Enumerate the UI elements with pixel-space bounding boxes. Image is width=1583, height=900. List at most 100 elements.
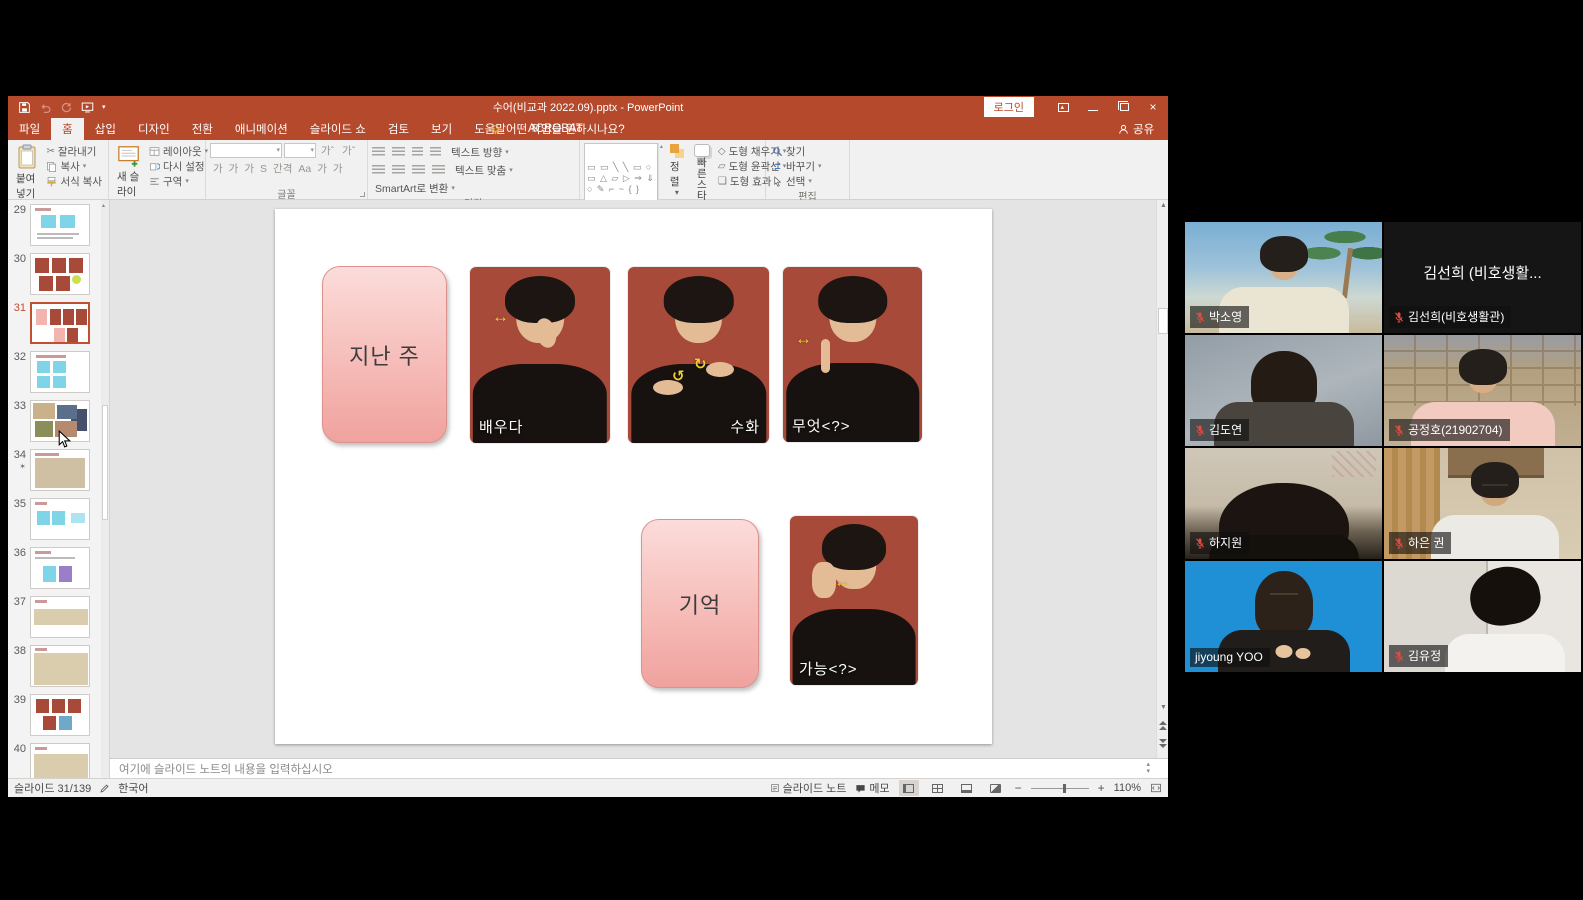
align-center-icon[interactable]: [392, 165, 405, 175]
font-format-button[interactable]: 가: [210, 161, 226, 176]
slide-thumbnail[interactable]: [30, 645, 90, 687]
font-size-combo[interactable]: [284, 143, 316, 158]
sign-photo-possible[interactable]: ← 가능<?>: [790, 516, 918, 685]
font-format-button[interactable]: 간격: [270, 161, 295, 176]
zoom-in-button[interactable]: +: [1098, 781, 1105, 795]
slide-thumbnail[interactable]: [30, 498, 90, 540]
zoom-slider[interactable]: [1031, 788, 1089, 789]
participant-tile[interactable]: 박소영: [1185, 222, 1382, 333]
participant-tile[interactable]: 하지원: [1185, 448, 1382, 559]
zoom-slider-thumb[interactable]: [1063, 784, 1066, 793]
scrollbar-thumb[interactable]: [1158, 308, 1168, 334]
cut-button[interactable]: ✂잘라내기: [44, 144, 104, 158]
shape-row[interactable]: ▭ △ ▱ ▷ ⇒ ⇓: [587, 173, 655, 184]
reading-view-button[interactable]: [957, 780, 977, 796]
ribbon-tab[interactable]: 애니메이션: [224, 118, 299, 140]
fit-to-window-icon[interactable]: [1150, 782, 1162, 794]
font-format-button[interactable]: 가: [241, 161, 257, 176]
align-text-button[interactable]: 텍스트 맞춤▾: [452, 163, 516, 177]
font-name-combo[interactable]: [210, 143, 282, 158]
font-format-button[interactable]: 가: [226, 161, 242, 176]
font-format-button[interactable]: 가: [314, 161, 330, 176]
layout-button[interactable]: 레이아웃▾: [147, 144, 210, 158]
share-button[interactable]: 공유: [1133, 121, 1154, 137]
slide-editing-area[interactable]: 지난 주 ↔ 배우다 ↺ ↻ 수화: [275, 209, 992, 744]
tell-me-search[interactable]: 어떤 작업을 원하시나요?: [480, 121, 635, 137]
notes-pane[interactable]: 여기에 슬라이드 노트의 내용을 입력하십시오 ▴▾: [110, 758, 1168, 778]
ribbon-tab[interactable]: 보기: [420, 118, 463, 140]
justify-icon[interactable]: [432, 165, 445, 175]
paste-button[interactable]: 붙여넣기 ▾: [12, 143, 42, 208]
vertical-scrollbar[interactable]: ▲ ▼: [1156, 200, 1168, 758]
memo-toggle-button[interactable]: 메모: [855, 780, 889, 796]
align-left-icon[interactable]: [372, 165, 385, 175]
participant-tile[interactable]: 하은 권: [1384, 448, 1581, 559]
scroll-up-icon[interactable]: ▲: [1160, 202, 1167, 209]
select-button[interactable]: 선택▾: [770, 174, 824, 188]
text-direction-button[interactable]: 텍스트 방향▾: [448, 145, 512, 159]
zoom-percentage[interactable]: 110%: [1114, 782, 1141, 794]
save-icon[interactable]: [18, 101, 31, 114]
slide-thumbnail[interactable]: [30, 743, 90, 778]
shape-last-week[interactable]: 지난 주: [322, 266, 447, 443]
slide-thumbnail[interactable]: [30, 253, 90, 295]
font-format-button[interactable]: S: [257, 163, 270, 175]
spell-check-icon[interactable]: [99, 783, 110, 794]
shape-row[interactable]: ▭ ▭ ╲ ╲ ▭ ○: [587, 162, 655, 173]
participant-tile[interactable]: 김선희 (비호생활... 김선희(비호생활관): [1384, 222, 1581, 333]
ribbon-tab[interactable]: 디자인: [127, 118, 181, 140]
slide-thumbnail[interactable]: [30, 351, 90, 393]
notes-scroll-arrows[interactable]: ▴▾: [1146, 761, 1150, 775]
section-button[interactable]: 구역▾: [147, 174, 210, 188]
next-slide-button[interactable]: [1159, 738, 1167, 746]
normal-view-button[interactable]: [899, 780, 919, 796]
ribbon-display-options-button[interactable]: [1048, 96, 1078, 118]
minimize-button[interactable]: [1078, 96, 1108, 118]
notes-toggle-button[interactable]: 슬라이드 노트: [770, 780, 847, 796]
slide-thumbnail[interactable]: [30, 694, 90, 736]
redo-icon[interactable]: [60, 101, 73, 114]
ribbon-tab[interactable]: 홈: [51, 118, 84, 140]
bullets-icon[interactable]: [372, 147, 385, 157]
shape-memory[interactable]: 기억: [641, 519, 759, 688]
slide-sorter-view-button[interactable]: [928, 780, 948, 796]
find-button[interactable]: 찾기: [770, 144, 824, 158]
language-indicator[interactable]: 한국어: [118, 780, 148, 796]
slideshow-view-button[interactable]: [986, 780, 1006, 796]
smartart-convert-button[interactable]: SmartArt로 변환▾: [372, 181, 458, 195]
ribbon-tab[interactable]: 슬라이드 쇼: [299, 118, 377, 140]
close-button[interactable]: ×: [1138, 96, 1168, 118]
zoom-out-button[interactable]: −: [1015, 781, 1022, 795]
participant-tile[interactable]: 김도연: [1185, 335, 1382, 446]
thumbnail-scrollbar[interactable]: ▴: [101, 200, 109, 778]
increase-font-icon[interactable]: 가ˆ: [318, 143, 337, 158]
ribbon-tab[interactable]: 삽입: [84, 118, 127, 140]
slide-thumbnail[interactable]: [30, 596, 90, 638]
sign-photo-what[interactable]: ↔ 무엇<?>: [783, 267, 922, 442]
font-format-button[interactable]: 가: [330, 161, 346, 176]
copy-button[interactable]: 복사▾: [44, 159, 104, 173]
participant-tile[interactable]: 김유정: [1384, 561, 1581, 672]
participant-tile[interactable]: 공정호(21902704): [1384, 335, 1581, 446]
slide-thumbnail[interactable]: [30, 204, 90, 246]
decrease-font-icon[interactable]: 가ˇ: [339, 143, 358, 158]
participant-tile[interactable]: jiyoung YOO: [1185, 561, 1382, 672]
font-format-button[interactable]: Aa: [295, 163, 314, 175]
reset-button[interactable]: 다시 설정: [147, 159, 210, 173]
ribbon-tab[interactable]: 파일: [8, 118, 51, 140]
shape-row[interactable]: ○ ✎ ⌐ ~ { }: [587, 184, 655, 195]
slide-thumbnail[interactable]: [30, 547, 90, 589]
scroll-down-icon[interactable]: ▼: [1160, 704, 1167, 711]
format-painter-button[interactable]: 서식 복사: [44, 174, 104, 188]
font-dialog-launcher[interactable]: [360, 192, 365, 197]
previous-slide-button[interactable]: [1159, 720, 1167, 728]
login-button[interactable]: 로그인: [984, 97, 1034, 117]
indent-decrease-icon[interactable]: [412, 147, 423, 157]
sign-photo-sign-language[interactable]: ↺ ↻ 수화: [628, 267, 769, 443]
slide-thumbnail[interactable]: [30, 449, 90, 491]
indent-increase-icon[interactable]: [430, 147, 441, 157]
start-presentation-icon[interactable]: [81, 101, 94, 114]
undo-icon[interactable]: [39, 101, 52, 114]
qat-customize-icon[interactable]: ▾: [102, 103, 106, 111]
slide-thumbnail[interactable]: [30, 302, 90, 344]
